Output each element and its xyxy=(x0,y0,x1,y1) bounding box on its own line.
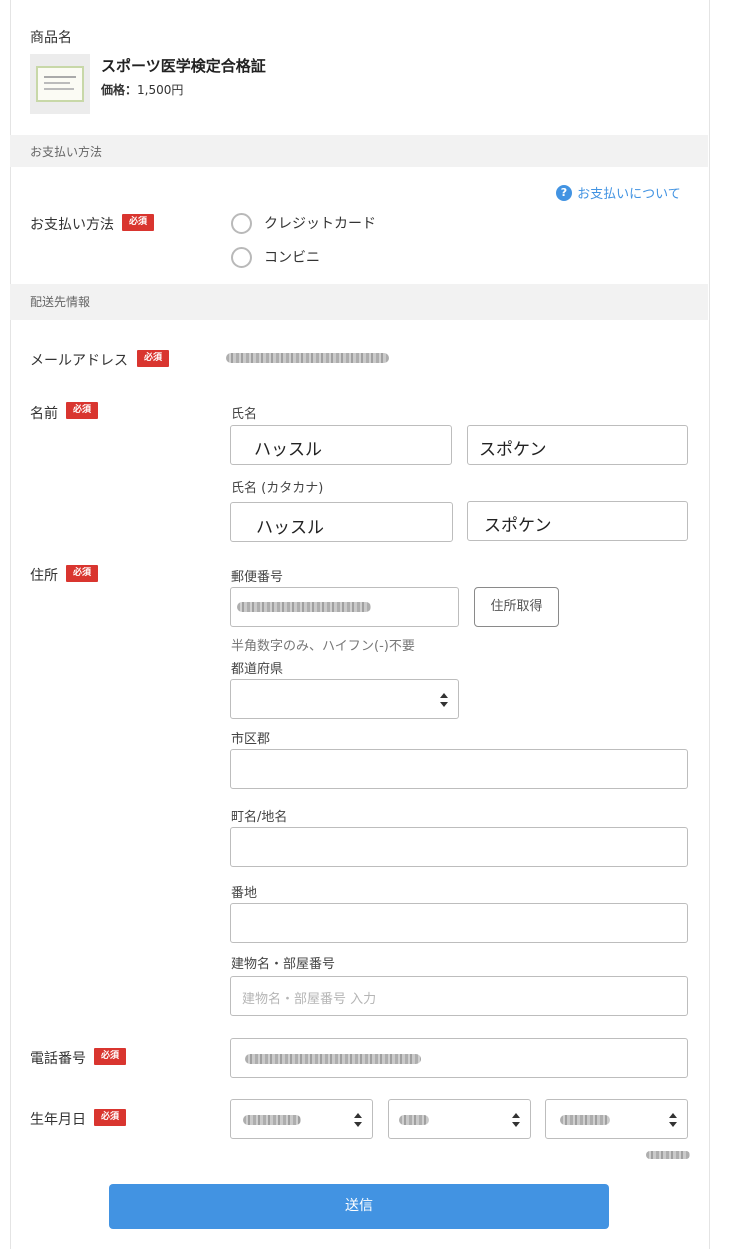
birth-year-select[interactable] xyxy=(230,1099,373,1139)
birth-date-redacted-note xyxy=(646,1151,690,1159)
full-name-sublabel: 氏名 xyxy=(231,407,258,422)
product-thumbnail xyxy=(30,54,90,114)
street-label: 番地 xyxy=(231,886,258,901)
required-badge: 必須 xyxy=(94,1048,127,1065)
prefecture-select[interactable] xyxy=(230,679,459,719)
birth-month-select[interactable] xyxy=(388,1099,531,1139)
town-label: 町名/地名 xyxy=(231,810,288,825)
payment-help-link[interactable]: ? お支払いについて xyxy=(556,182,681,202)
required-badge: 必須 xyxy=(94,1109,127,1126)
product-price: 価格：1,500円 xyxy=(101,81,183,98)
help-icon: ? xyxy=(556,184,572,201)
select-arrows-icon xyxy=(354,1113,362,1127)
birth-day-select[interactable] xyxy=(545,1099,688,1139)
first-name-kana-input[interactable]: スポケン xyxy=(467,501,688,541)
radio-credit-card[interactable] xyxy=(231,213,252,234)
product-name: スポーツ医学検定合格証 xyxy=(101,57,266,75)
payment-help-text: お支払いについて xyxy=(577,187,681,202)
payment-section-title: お支払い方法 xyxy=(30,145,103,159)
price-label: 価格： xyxy=(101,83,138,97)
select-arrows-icon xyxy=(440,693,448,707)
town-input[interactable] xyxy=(230,827,688,867)
last-name-kana-value: ハッスル xyxy=(256,518,324,538)
email-label: メールアドレス xyxy=(30,353,128,369)
payment-section-header: お支払い方法 xyxy=(10,135,708,167)
submit-button[interactable]: 送信 xyxy=(109,1184,609,1229)
price-value: 1,500円 xyxy=(137,83,184,97)
radio-convenience-store[interactable] xyxy=(231,247,252,268)
get-address-button[interactable]: 住所取得 xyxy=(474,587,559,627)
email-redacted-value xyxy=(226,353,389,363)
required-badge: 必須 xyxy=(66,402,99,419)
required-badge: 必須 xyxy=(137,350,170,367)
kana-name-sublabel: 氏名 (カタカナ) xyxy=(231,481,324,496)
building-label: 建物名・部屋番号 xyxy=(231,957,336,972)
phone-input[interactable] xyxy=(230,1038,688,1078)
shipping-section-title: 配送先情報 xyxy=(30,295,91,309)
building-placeholder: 建物名・部屋番号 入力 xyxy=(242,992,377,1007)
select-arrows-icon xyxy=(512,1113,520,1127)
postal-code-label: 郵便番号 xyxy=(231,570,284,585)
select-arrows-icon xyxy=(669,1113,677,1127)
last-name-kana-input[interactable]: ハッスル xyxy=(230,502,453,542)
first-name-kana-value: スポケン xyxy=(484,516,552,536)
street-input[interactable] xyxy=(230,903,688,943)
birth-day-redacted-value xyxy=(560,1115,610,1125)
postal-code-redacted-value xyxy=(237,602,371,612)
required-badge: 必須 xyxy=(122,214,155,231)
city-label: 市区郡 xyxy=(231,732,271,747)
phone-label: 電話番号 xyxy=(30,1051,86,1067)
last-name-input[interactable]: ハッスル xyxy=(230,425,452,465)
birth-month-redacted-value xyxy=(399,1115,429,1125)
city-input[interactable] xyxy=(230,749,688,789)
postal-code-input[interactable] xyxy=(230,587,459,627)
first-name-input[interactable]: スポケン xyxy=(467,425,688,465)
radio-convenience-store-label[interactable]: コンビニ xyxy=(264,247,320,267)
birth-date-label: 生年月日 xyxy=(30,1112,86,1128)
first-name-value: スポケン xyxy=(479,440,547,460)
birth-year-redacted-value xyxy=(243,1115,301,1125)
required-badge: 必須 xyxy=(66,565,99,582)
phone-redacted-value xyxy=(245,1054,421,1064)
prefecture-label: 都道府県 xyxy=(231,662,284,677)
address-label: 住所 xyxy=(30,568,58,584)
payment-method-label: お支払い方法 xyxy=(30,217,114,233)
product-section-label: 商品名 xyxy=(30,30,72,46)
postal-code-hint: 半角数字のみ、ハイフン(-)不要 xyxy=(231,639,415,654)
name-label: 名前 xyxy=(30,406,58,422)
building-input[interactable]: 建物名・部屋番号 入力 xyxy=(230,976,688,1016)
last-name-value: ハッスル xyxy=(254,440,322,460)
radio-credit-card-label[interactable]: クレジットカード xyxy=(264,213,376,233)
shipping-section-header: 配送先情報 xyxy=(10,284,708,320)
